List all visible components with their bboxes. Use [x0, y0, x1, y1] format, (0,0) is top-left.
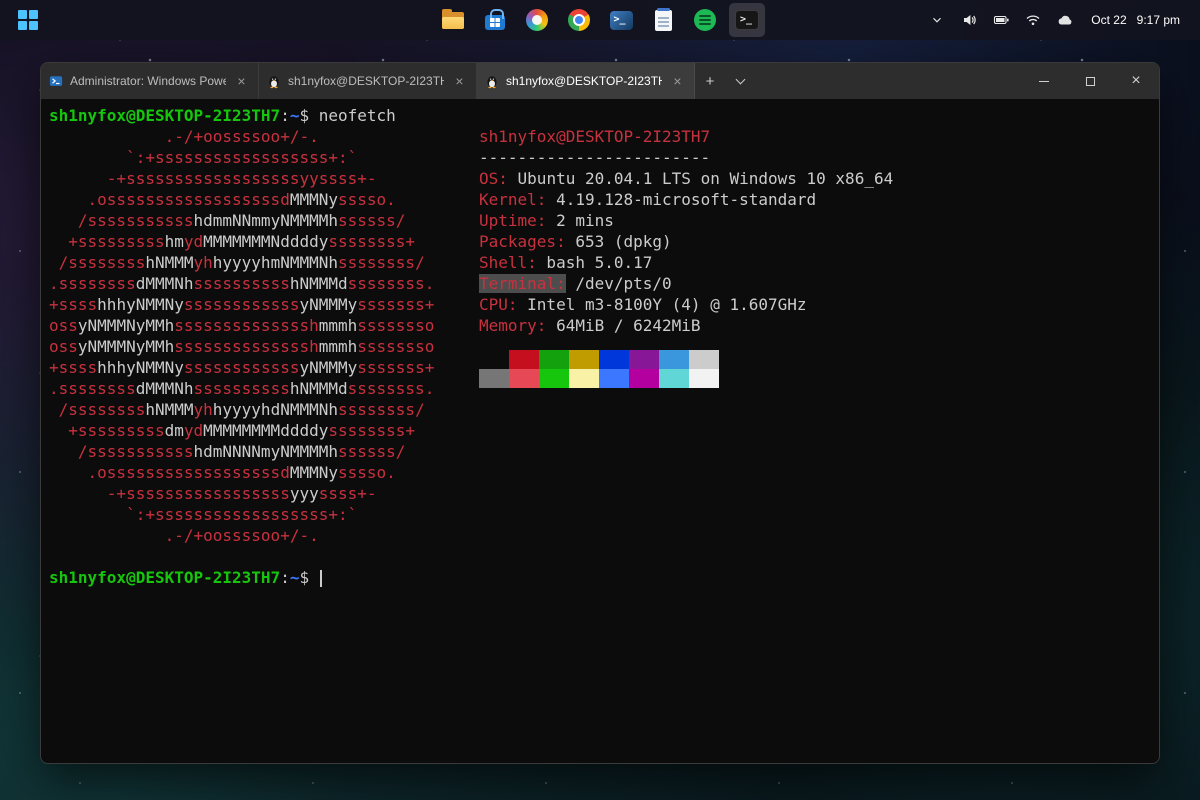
prompt-line-history: sh1nyfox@DESKTOP-2I23TH7:~$ neofetch — [49, 105, 1151, 126]
taskbar-icon-paint[interactable] — [519, 3, 555, 37]
taskbar-icon-file-explorer[interactable] — [435, 3, 471, 37]
palette-swatch — [509, 369, 539, 388]
blank-line — [49, 546, 1151, 567]
minimize-icon — [1039, 81, 1049, 82]
taskbar-icon-powershell[interactable] — [603, 3, 639, 37]
battery-icon — [993, 12, 1010, 28]
tab-title: sh1nyfox@DESKTOP-2I23TH7: / — [288, 74, 444, 88]
start-button[interactable] — [10, 3, 46, 37]
command-text: neofetch — [319, 106, 396, 125]
store-bag-icon — [485, 15, 505, 30]
text-cursor — [320, 570, 322, 587]
volume-button[interactable] — [955, 5, 983, 35]
neofetch-info: sh1nyfox@DESKTOP-2I23TH7 ---------------… — [479, 126, 893, 388]
terminal-content[interactable]: sh1nyfox@DESKTOP-2I23TH7:~$ neofetch .-/… — [41, 99, 1159, 763]
tab-close-icon[interactable] — [669, 73, 686, 90]
palette-swatch — [539, 369, 569, 388]
tab-wsl-home-active[interactable]: sh1nyfox@DESKTOP-2I23TH7: ~ — [477, 63, 695, 99]
taskbar-icon-green-app[interactable] — [687, 3, 723, 37]
notepad-icon — [655, 10, 672, 31]
tab-bar: Administrator: Windows PowerS sh1nyfox@D… — [41, 63, 1159, 99]
palette-swatch — [599, 369, 629, 388]
prompt-user-host: sh1nyfox@DESKTOP-2I23TH7 — [49, 106, 280, 125]
taskbar-icon-microsoft-store[interactable] — [477, 3, 513, 37]
info-line: Kernel: 4.19.128-microsoft-standard — [479, 189, 893, 210]
palette-swatch — [659, 369, 689, 388]
paint-palette-icon — [526, 9, 548, 31]
speaker-icon — [961, 12, 977, 28]
desktop-wallpaper: Oct 22 9:17 pm Administrator: Windows Po… — [0, 0, 1200, 800]
info-line: CPU: Intel m3-8100Y (4) @ 1.607GHz — [479, 294, 893, 315]
titlebar-drag-area[interactable] — [755, 63, 1021, 99]
palette-swatch — [479, 369, 509, 388]
neofetch-output: .-/+oossssoo+/-. `:+ssssssssssssssssss+:… — [49, 126, 1151, 546]
palette-swatch — [509, 350, 539, 369]
close-button[interactable] — [1113, 63, 1159, 99]
info-line: Packages: 653 (dpkg) — [479, 231, 893, 252]
new-tab-button[interactable]: + — [695, 63, 725, 99]
chevron-down-icon — [930, 13, 944, 27]
taskbar-clock[interactable]: Oct 22 9:17 pm — [1083, 9, 1188, 31]
powershell-icon — [610, 11, 633, 30]
taskbar-app-icons — [435, 3, 765, 37]
taskbar-date: Oct 22 — [1091, 13, 1126, 27]
powershell-icon — [49, 74, 63, 88]
prompt-user-host: sh1nyfox@DESKTOP-2I23TH7 — [49, 568, 280, 587]
info-lines: OS: Ubuntu 20.04.1 LTS on Windows 10 x86… — [479, 168, 893, 336]
chrome-icon — [568, 9, 590, 31]
taskbar-icon-chrome[interactable] — [561, 3, 597, 37]
palette-swatch — [659, 350, 689, 369]
window-controls — [1021, 63, 1159, 99]
windows-logo-icon — [18, 10, 38, 30]
palette-swatch — [599, 350, 629, 369]
tab-close-icon[interactable] — [233, 73, 250, 90]
tab-title: Administrator: Windows PowerS — [70, 74, 226, 88]
network-button[interactable] — [1019, 5, 1047, 35]
palette-swatch — [689, 369, 719, 388]
info-line: Uptime: 2 mins — [479, 210, 893, 231]
green-app-icon — [694, 9, 716, 31]
palette-swatch — [569, 369, 599, 388]
info-line: OS: Ubuntu 20.04.1 LTS on Windows 10 x86… — [479, 168, 893, 189]
color-palette — [479, 350, 893, 388]
folder-icon — [442, 12, 464, 29]
taskbar-icon-notepad[interactable] — [645, 3, 681, 37]
show-hidden-icons-chevron[interactable] — [923, 5, 951, 35]
neofetch-title: sh1nyfox@DESKTOP-2I23TH7 — [479, 126, 893, 147]
info-line: Memory: 64MiB / 6242MiB — [479, 315, 893, 336]
terminal-window: Administrator: Windows PowerS sh1nyfox@D… — [40, 62, 1160, 764]
palette-swatch — [629, 369, 659, 388]
terminal-icon — [735, 10, 759, 30]
taskbar: Oct 22 9:17 pm — [0, 0, 1200, 40]
maximize-button[interactable] — [1067, 63, 1113, 99]
tab-title: sh1nyfox@DESKTOP-2I23TH7: ~ — [506, 74, 662, 88]
palette-swatch — [479, 350, 509, 369]
tab-dropdown-button[interactable] — [725, 63, 755, 99]
wifi-icon — [1025, 12, 1041, 28]
palette-swatch — [569, 350, 599, 369]
minimize-button[interactable] — [1021, 63, 1067, 99]
tux-icon — [485, 74, 499, 89]
taskbar-icon-windows-terminal[interactable] — [729, 3, 765, 37]
taskbar-time: 9:17 pm — [1137, 13, 1180, 27]
system-tray: Oct 22 9:17 pm — [923, 5, 1200, 35]
tab-wsl-root[interactable]: sh1nyfox@DESKTOP-2I23TH7: / — [259, 63, 477, 99]
info-line: Shell: bash 5.0.17 — [479, 252, 893, 273]
info-line: Terminal: /dev/pts/0 — [479, 273, 893, 294]
palette-swatch — [629, 350, 659, 369]
maximize-icon — [1086, 77, 1095, 86]
palette-swatch — [539, 350, 569, 369]
chevron-down-icon — [735, 75, 745, 85]
onedrive-button[interactable] — [1051, 5, 1079, 35]
tux-icon — [267, 74, 281, 89]
neofetch-separator: ------------------------ — [479, 147, 893, 168]
palette-swatch — [689, 350, 719, 369]
cloud-icon — [1056, 12, 1074, 28]
tab-close-icon[interactable] — [451, 73, 468, 90]
battery-button[interactable] — [987, 5, 1015, 35]
prompt-line-current[interactable]: sh1nyfox@DESKTOP-2I23TH7:~$ — [49, 567, 1151, 588]
tab-powershell[interactable]: Administrator: Windows PowerS — [41, 63, 259, 99]
